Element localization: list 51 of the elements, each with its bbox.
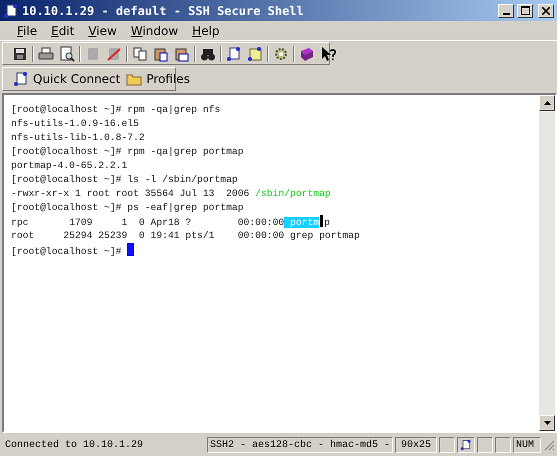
status-pane: [477, 437, 493, 453]
profile-button[interactable]: [246, 44, 264, 62]
terminal-text: [root@localhost ~]# rpm -qa|grep portmap: [11, 146, 244, 157]
selected-text: portm: [284, 217, 320, 228]
help-pointer-button[interactable]: [319, 44, 337, 62]
scroll-down-button[interactable]: [539, 415, 555, 431]
text-cursor-icon: [320, 215, 324, 227]
cipher-info: SSH2 - aes128-cbc - hmac-md5 -: [206, 437, 393, 453]
terminal-text: [root@localhost ~]#: [11, 246, 122, 257]
copy-button[interactable]: [131, 44, 149, 62]
print-button[interactable]: [37, 44, 55, 62]
profiles-button[interactable]: Profiles: [126, 71, 190, 87]
terminal-text: nfs-utils-1.0.9-16.el5: [11, 118, 139, 129]
terminal-text: portmap-4.0-65.2.2.1: [11, 160, 128, 171]
maximize-button[interactable]: [517, 4, 533, 18]
down-arrow-icon: [544, 421, 550, 425]
resize-grip-icon: [543, 439, 555, 451]
scrollbar[interactable]: [539, 95, 555, 431]
menu-item[interactable]: View: [81, 22, 124, 38]
status-pane: [439, 437, 455, 453]
close-button[interactable]: [538, 4, 554, 18]
minimize-icon: [502, 12, 510, 14]
status-message: Connected to 10.10.1.29: [4, 438, 144, 452]
scroll-up-button[interactable]: [539, 95, 555, 111]
close-icon: [542, 6, 550, 14]
terminal-text: nfs-utils-lib-1.0.8-7.2: [11, 132, 145, 143]
menu-item[interactable]: Help: [185, 22, 227, 38]
terminal-text: rpc 1709 1 0 Apr18 ? 00:00:00: [11, 217, 284, 228]
terminal-size: 90x25: [394, 437, 437, 453]
menu-item[interactable]: File: [10, 22, 44, 38]
terminal-text: /sbin/portmap: [255, 188, 331, 199]
menu-item[interactable]: Edit: [44, 22, 82, 38]
terminal-text: [root@localhost ~]# rpm -qa|grep nfs: [11, 104, 220, 115]
terminal-cursor: [127, 243, 134, 256]
app-icon: [3, 2, 19, 18]
terminal-text: p: [324, 217, 330, 228]
numlock-indicator: NUM: [513, 437, 541, 453]
status-pane: [495, 437, 511, 453]
menu-item[interactable]: Window: [124, 22, 186, 38]
connect-icon: [13, 71, 29, 87]
quick-connect-button[interactable]: Quick Connect: [13, 71, 120, 87]
terminal-text: [root@localhost ~]# ls -l /sbin/portmap: [11, 174, 238, 185]
terminal-text: root 25294 25239 0 19:41 pts/1 00:00:00 grep portmap: [11, 230, 360, 241]
window-title: 10.10.1.29 - default - SSH Secure Shell: [22, 4, 305, 18]
up-arrow-icon: [544, 101, 550, 105]
terminal-text: [root@localhost ~]# ps -eaf|grep portmap: [11, 202, 244, 213]
minimize-button[interactable]: [498, 4, 514, 18]
terminal-text: -rwxr-xr-x 1 root root 35564 Jul 13 2006: [11, 188, 250, 199]
print-preview-button[interactable]: [58, 44, 76, 62]
connect-button[interactable]: [225, 44, 243, 62]
maximize-icon: [520, 6, 530, 15]
